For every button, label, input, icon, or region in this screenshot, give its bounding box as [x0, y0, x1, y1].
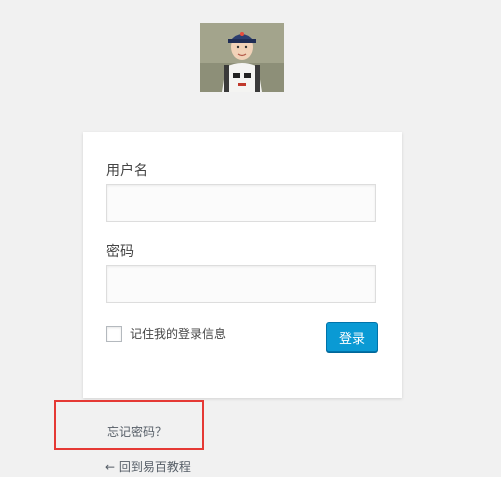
- lost-password-link[interactable]: 忘记密码？: [107, 425, 167, 439]
- login-form-card: 用户名 密码 记住我的登录信息 登录: [83, 132, 402, 398]
- password-label: 密码: [106, 244, 134, 260]
- back-to-site-link[interactable]: ← 回到易百教程: [105, 460, 191, 474]
- remember-me-checkbox[interactable]: [106, 326, 122, 342]
- password-input[interactable]: [106, 265, 376, 303]
- username-label: 用户名: [106, 163, 148, 179]
- child-photo-icon: [200, 23, 284, 92]
- remember-me-label[interactable]: 记住我的登录信息: [130, 327, 226, 341]
- username-input[interactable]: [106, 184, 376, 222]
- login-page: 用户名 密码 记住我的登录信息 登录 忘记密码？ ← 回到易百教程: [0, 0, 501, 477]
- remember-me-row: 记住我的登录信息: [106, 325, 226, 343]
- site-logo-avatar[interactable]: [200, 23, 284, 92]
- login-button[interactable]: 登录: [326, 322, 378, 352]
